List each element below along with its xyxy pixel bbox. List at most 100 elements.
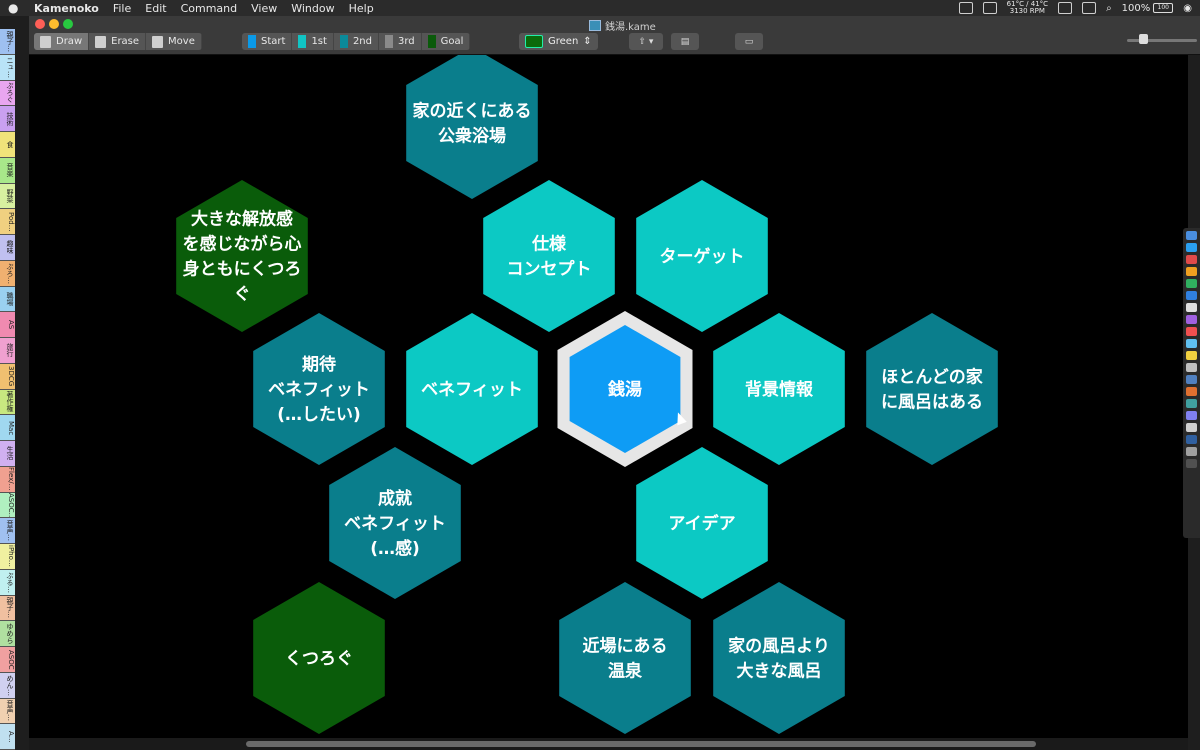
stage-1st-button[interactable]: 1st [292, 33, 334, 50]
search-icon[interactable]: ⌕ [1106, 3, 1112, 14]
folder-icon[interactable] [1186, 435, 1197, 444]
horizontal-scrollbar[interactable] [29, 738, 1188, 750]
globe-icon[interactable] [958, 2, 973, 14]
hex-cell-kitai[interactable]: 期待ベネフィット (…したい) [253, 313, 385, 465]
sidebar-tab[interactable]: ニュ… [0, 54, 15, 81]
stage-2nd-button[interactable]: 2nd [334, 33, 379, 50]
music-icon[interactable] [1186, 315, 1197, 324]
move-tool-button[interactable]: Move [146, 33, 202, 50]
app-menu[interactable]: Kamenoko [34, 2, 99, 15]
hex-cell-center[interactable]: 銭湯 [557, 311, 693, 467]
airplay-icon[interactable] [1058, 2, 1073, 14]
hex-cell-kaihoukan[interactable]: 大きな解放感を感じながら心身ともにくつろぐ [176, 180, 308, 332]
sidebar-tab[interactable]: 著作権 [0, 389, 15, 416]
sidebar-tab[interactable]: Mac [0, 415, 15, 441]
sidebar-tab[interactable]: ASOC [0, 647, 15, 673]
hex-cell-onsen[interactable]: 近場にある温泉 [559, 582, 691, 734]
menu-window[interactable]: Window [291, 2, 334, 15]
stage-goal-button[interactable]: Goal [422, 33, 471, 50]
zoom-slider-knob[interactable] [1139, 34, 1148, 44]
hex-cell-target[interactable]: ターゲット [636, 180, 768, 332]
hex-cell-idea[interactable]: アイデア [636, 447, 768, 599]
sidebar-tab[interactable]: 音声… [0, 518, 15, 544]
temperature-readout[interactable]: 61°C / 41°C 3130 RPM [1007, 1, 1048, 15]
share-button[interactable]: ⇧ ▾ [629, 33, 663, 50]
sidebar-tab[interactable]: 旅行 [0, 338, 15, 364]
sidebar-tab[interactable]: 食 [0, 132, 15, 158]
stickies-icon[interactable] [1186, 351, 1197, 360]
sidebar-tab[interactable]: ぷる… [0, 569, 15, 596]
messages-icon[interactable] [1186, 279, 1197, 288]
sidebar-tab[interactable]: Flex/… [0, 466, 15, 493]
sidebar-tab[interactable]: 親子… [0, 595, 15, 622]
hex-cell-hotondo[interactable]: ほとんどの家に風呂はある [866, 313, 998, 465]
books-icon[interactable] [1186, 387, 1197, 396]
hex-cell-kutsurogu[interactable]: くつろぐ [253, 582, 385, 734]
siri-icon[interactable]: ◉ [1183, 3, 1192, 14]
podcasts-icon[interactable] [1186, 411, 1197, 420]
sidebar-tab[interactable]: 野菜 [0, 183, 15, 210]
app-store-icon[interactable] [1186, 291, 1197, 300]
hex-cell-seiju[interactable]: 成就ベネフィット (…感) [329, 447, 461, 599]
preferences-icon[interactable] [1186, 363, 1197, 372]
draw-tool-button[interactable]: Draw [34, 33, 90, 50]
view-toggle-button[interactable]: ▭ [735, 33, 763, 50]
hex-cell-benefit[interactable]: ベネフィット [406, 313, 538, 465]
mail-icon[interactable] [1186, 255, 1197, 264]
preview-icon[interactable] [1186, 423, 1197, 432]
scrollbar-thumb[interactable] [246, 741, 1036, 747]
maps-icon[interactable] [1186, 339, 1197, 348]
hex-canvas[interactable]: 銭湯 仕様 コンセプト ターゲット ベネフィット 背景情報 アイデア 家の近くにある 公衆浴場期… [29, 55, 1188, 738]
sidebar-tab[interactable]: めん… [0, 672, 15, 699]
sidebar-tab[interactable]: 親子… [0, 29, 15, 55]
hex-cell-haikei[interactable]: 背景情報 [713, 313, 845, 465]
sidebar-tab[interactable]: 3DCG [0, 363, 15, 390]
export-button[interactable]: ▤ [671, 33, 699, 50]
battery-indicator[interactable]: 100% 100 [1122, 3, 1174, 14]
sidebar-tab[interactable]: ぷろ… [0, 260, 15, 287]
menu-command[interactable]: Command [181, 2, 238, 15]
sidebar-tab[interactable]: 趣味 [0, 235, 15, 261]
trash-icon[interactable] [1186, 459, 1197, 468]
menu-help[interactable]: Help [349, 2, 374, 15]
menu-view[interactable]: View [251, 2, 277, 15]
sidebar-tab[interactable]: iPho… [0, 544, 15, 570]
sidebar-tab[interactable]: 職場 [0, 286, 15, 313]
volume-icon[interactable] [1082, 2, 1097, 14]
sidebar-tab[interactable]: 音声… [0, 698, 15, 725]
stage-start-button[interactable]: Start [242, 33, 293, 50]
photos-icon[interactable] [1186, 267, 1197, 276]
apple-menu-icon[interactable]: ● [8, 1, 22, 15]
sidebar-tab[interactable]: A… [0, 724, 15, 750]
sidebar-tab[interactable]: 音楽 [0, 157, 15, 184]
window-minimize-button[interactable] [49, 19, 59, 29]
stage-3rd-button[interactable]: 3rd [379, 33, 422, 50]
window-title-text: 銭湯.kame [605, 22, 656, 33]
window-zoom-button[interactable] [63, 19, 73, 29]
wifi-icon[interactable] [982, 2, 997, 14]
sidebar-tab[interactable]: 技術 [0, 106, 15, 132]
zoom-slider[interactable] [1127, 39, 1197, 42]
sidebar-tab[interactable]: AS [0, 312, 15, 338]
sidebar-tab[interactable]: Pod… [0, 209, 15, 235]
notes-icon[interactable] [1186, 303, 1197, 312]
sidebar-tab[interactable]: ぷろぐ [0, 80, 15, 107]
safari-icon[interactable] [1186, 243, 1197, 252]
xcode-icon[interactable] [1186, 375, 1197, 384]
hex-cell-ie-chikaku[interactable]: 家の近くにある公衆浴場 [406, 55, 538, 199]
erase-tool-button[interactable]: Erase [89, 33, 147, 50]
color-popup-button[interactable]: Green ⇕ [519, 33, 598, 50]
sidebar-tab[interactable]: 生活 [0, 441, 15, 467]
sidebar-tab[interactable]: ゆめら [0, 621, 15, 647]
hex-cell-ofuro[interactable]: 家の風呂より大きな風呂 [713, 582, 845, 734]
calendar-icon[interactable] [1186, 327, 1197, 336]
downloads-icon[interactable] [1186, 447, 1197, 456]
sidebar-tab[interactable]: ASOC… [0, 492, 15, 519]
hex-cell-shiyou[interactable]: 仕様コンセプト [483, 180, 615, 332]
terminal-icon[interactable] [1186, 399, 1197, 408]
menu-edit[interactable]: Edit [145, 2, 166, 15]
menu-file[interactable]: File [113, 2, 131, 15]
erase-label: Erase [111, 36, 140, 47]
window-close-button[interactable] [35, 19, 45, 29]
finder-icon[interactable] [1186, 231, 1197, 240]
